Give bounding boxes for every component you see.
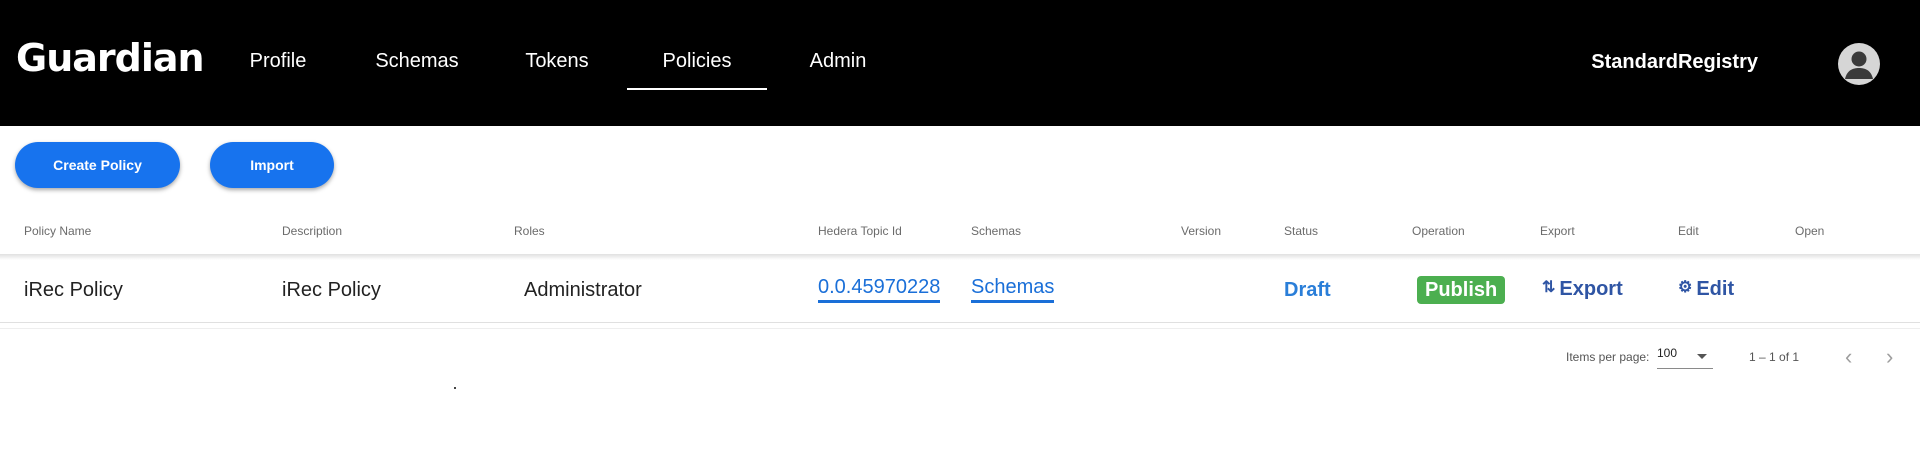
export-label: Export bbox=[1559, 278, 1623, 300]
user-name[interactable]: StandardRegistry bbox=[1591, 51, 1758, 74]
col-description: Description bbox=[282, 224, 343, 238]
nav-tokens[interactable]: Tokens bbox=[520, 50, 594, 88]
col-status: Status bbox=[1284, 224, 1319, 238]
table-bottom-divider bbox=[0, 328, 1920, 329]
col-policy-name: Policy Name bbox=[24, 224, 92, 238]
col-open: Open bbox=[1795, 224, 1825, 238]
policy-name-cell: iRec Policy bbox=[24, 279, 123, 301]
publish-button[interactable]: Publish bbox=[1417, 276, 1506, 304]
col-schemas: Schemas bbox=[971, 224, 1022, 238]
brand-logo[interactable]: Guardian bbox=[16, 36, 205, 80]
nav-profile[interactable]: Profile bbox=[242, 50, 314, 88]
col-topic-id: Hedera Topic Id bbox=[818, 224, 902, 238]
header-divider bbox=[0, 254, 1920, 260]
col-export: Export bbox=[1540, 224, 1575, 238]
roles-cell: Administrator bbox=[524, 279, 642, 301]
edit-action[interactable]: ⚙ Edit bbox=[1678, 278, 1734, 301]
gear-icon: ⚙ bbox=[1678, 279, 1693, 296]
stray-dot bbox=[454, 387, 456, 389]
account-circle-icon[interactable] bbox=[1838, 43, 1880, 85]
col-roles: Roles bbox=[514, 224, 545, 238]
col-edit: Edit bbox=[1678, 224, 1699, 238]
col-operation: Operation bbox=[1412, 224, 1465, 238]
edit-label: Edit bbox=[1696, 278, 1735, 300]
nav-schemas[interactable]: Schemas bbox=[368, 50, 466, 88]
swap-vertical-icon: ⇅ bbox=[1542, 279, 1556, 296]
nav-policies[interactable]: Policies bbox=[627, 50, 767, 90]
description-cell: iRec Policy bbox=[282, 279, 381, 301]
chevron-right-icon[interactable]: › bbox=[1886, 344, 1893, 370]
status-draft[interactable]: Draft bbox=[1284, 279, 1331, 302]
range-label: 1 – 1 of 1 bbox=[1749, 350, 1800, 364]
items-per-page-label: Items per page: bbox=[1566, 350, 1650, 364]
chevron-down-icon bbox=[1697, 354, 1707, 359]
export-action[interactable]: ⇅ Export bbox=[1542, 278, 1623, 301]
topic-id-link[interactable]: 0.0.45970228 bbox=[818, 276, 941, 303]
nav-admin[interactable]: Admin bbox=[803, 50, 873, 88]
schemas-link[interactable]: Schemas bbox=[971, 276, 1055, 303]
chevron-left-icon[interactable]: ‹ bbox=[1845, 344, 1852, 370]
items-per-page-select[interactable]: 100 bbox=[1657, 346, 1713, 369]
import-button[interactable]: Import bbox=[210, 142, 334, 188]
items-per-page-value: 100 bbox=[1657, 346, 1678, 360]
top-app-bar: Guardian Profile Schemas Tokens Policies… bbox=[0, 0, 1920, 126]
row-divider bbox=[0, 322, 1920, 323]
create-policy-button[interactable]: Create Policy bbox=[15, 142, 180, 188]
col-version: Version bbox=[1181, 224, 1222, 238]
